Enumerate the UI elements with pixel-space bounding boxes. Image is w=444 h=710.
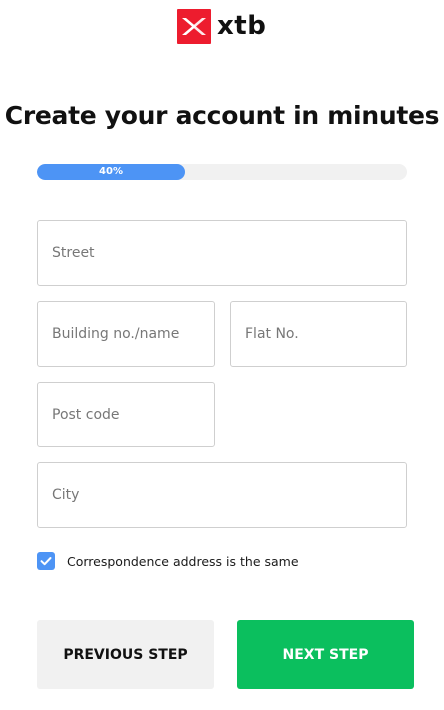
progress-bar: 40%	[37, 164, 407, 180]
street-input[interactable]	[38, 221, 406, 285]
building-input[interactable]	[38, 302, 214, 366]
check-icon	[40, 557, 52, 566]
street-field[interactable]	[37, 220, 407, 286]
xtb-logo-icon	[177, 9, 211, 44]
city-input[interactable]	[38, 463, 406, 527]
postcode-input[interactable]	[38, 383, 214, 446]
correspondence-row: Correspondence address is the same	[37, 552, 299, 570]
progress-fill: 40%	[37, 164, 185, 180]
building-field[interactable]	[37, 301, 215, 367]
previous-step-button[interactable]: PREVIOUS STEP	[37, 620, 214, 689]
page-title: Create your account in minutes	[4, 101, 440, 130]
correspondence-checkbox[interactable]	[37, 552, 55, 570]
next-step-button[interactable]: NEXT STEP	[237, 620, 414, 689]
flat-field[interactable]	[230, 301, 407, 367]
xtb-logo: xtb	[177, 9, 266, 44]
postcode-field[interactable]	[37, 382, 215, 447]
correspondence-label[interactable]: Correspondence address is the same	[67, 554, 299, 569]
flat-input[interactable]	[231, 302, 406, 366]
brand-name: xtb	[217, 11, 267, 41]
city-field[interactable]	[37, 462, 407, 528]
